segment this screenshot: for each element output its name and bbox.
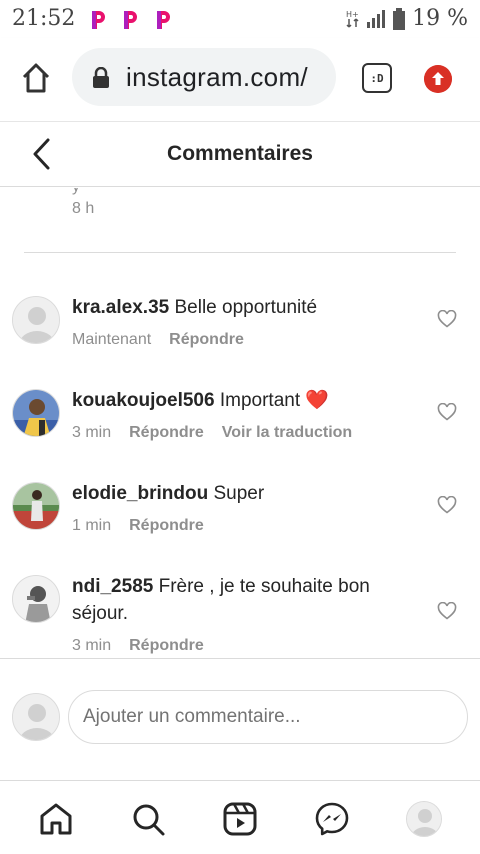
profile-avatar[interactable] xyxy=(406,801,442,837)
avatar[interactable] xyxy=(12,575,60,623)
comment-time: Maintenant xyxy=(72,331,152,348)
comment-meta: Maintenant Répondre xyxy=(72,331,244,349)
home-icon[interactable] xyxy=(18,60,54,96)
battery-percent: 19 % xyxy=(412,6,468,31)
comment-time: 1 min xyxy=(72,517,112,534)
url-text: instagram.com/ xyxy=(126,62,308,92)
lock-icon xyxy=(93,67,109,88)
avatar[interactable] xyxy=(12,296,60,344)
comment-username[interactable]: kouakoujoel506 xyxy=(72,390,215,411)
user-photo-icon xyxy=(13,483,59,529)
comment-meta: 1 min Répondre xyxy=(72,517,204,535)
reply-button[interactable]: Répondre xyxy=(129,637,204,655)
comment-time: 3 min xyxy=(72,424,112,441)
comment-username[interactable]: ndi_2585 xyxy=(72,576,153,597)
home-icon[interactable] xyxy=(38,801,74,837)
comment-body: kouakoujoel506 Important ❤️ xyxy=(72,387,412,414)
page-title: Commentaires xyxy=(167,142,313,165)
signal-icon xyxy=(367,9,386,28)
add-comment-bar xyxy=(0,659,480,779)
add-comment-input[interactable] xyxy=(68,690,468,744)
heart-icon[interactable] xyxy=(437,403,457,421)
default-avatar-icon xyxy=(407,802,441,836)
bottom-navigation xyxy=(0,780,480,854)
svg-text:H+: H+ xyxy=(346,10,359,19)
search-icon[interactable] xyxy=(130,801,166,837)
comment-body: ndi_2585 Frère , je te souhaite bon séjo… xyxy=(72,573,412,627)
comments-list: y 8 h kra.alex.35 Belle opportunité Main… xyxy=(0,188,480,658)
previous-comment-fragment: y xyxy=(72,188,80,196)
user-photo-icon xyxy=(13,576,59,622)
divider xyxy=(24,252,456,253)
network-type-icon: H+ xyxy=(346,10,359,28)
update-icon[interactable] xyxy=(424,65,452,93)
comment-text: Belle opportunité xyxy=(174,297,318,318)
status-bar: 21:52 H+ 19 % xyxy=(0,0,480,38)
browser-toolbar: instagram.com/ :D xyxy=(0,38,480,122)
avatar[interactable] xyxy=(12,389,60,437)
see-translation-button[interactable]: Voir la traduction xyxy=(222,424,352,442)
comment-meta: 3 min Répondre xyxy=(72,637,204,655)
tab-switcher-button[interactable]: :D xyxy=(362,63,392,93)
avatar[interactable] xyxy=(12,482,60,530)
reply-button[interactable]: Répondre xyxy=(129,424,204,442)
avatar xyxy=(12,693,60,741)
p-app-icon xyxy=(124,11,137,29)
comment-text: Super xyxy=(213,483,265,504)
p-app-icon xyxy=(92,11,105,29)
comment-text: Important ❤️ xyxy=(219,390,330,411)
messenger-icon[interactable] xyxy=(314,801,350,837)
reply-button[interactable]: Répondre xyxy=(129,517,204,535)
comment-username[interactable]: elodie_brindou xyxy=(72,483,208,504)
p-app-icon xyxy=(157,11,170,29)
comment-username[interactable]: kra.alex.35 xyxy=(72,297,169,318)
comment-meta: 3 min Répondre Voir la traduction xyxy=(72,424,352,442)
reply-button[interactable]: Répondre xyxy=(169,331,244,349)
reels-icon[interactable] xyxy=(222,801,258,837)
battery-icon xyxy=(393,7,406,30)
comments-header: Commentaires xyxy=(0,122,480,187)
default-avatar-icon xyxy=(13,694,59,740)
comment-body: elodie_brindou Super xyxy=(72,480,412,507)
status-time: 21:52 xyxy=(12,6,76,31)
comment-body: kra.alex.35 Belle opportunité xyxy=(72,294,412,321)
heart-icon[interactable] xyxy=(437,496,457,514)
comment-time: 3 min xyxy=(72,637,112,654)
heart-icon[interactable] xyxy=(437,310,457,328)
default-avatar-icon xyxy=(13,297,59,343)
user-photo-icon xyxy=(13,390,59,436)
heart-icon[interactable] xyxy=(437,602,457,620)
url-bar[interactable]: instagram.com/ xyxy=(72,48,336,106)
status-indicators: H+ 19 % xyxy=(346,6,468,31)
previous-comment-time: 8 h xyxy=(72,200,95,217)
